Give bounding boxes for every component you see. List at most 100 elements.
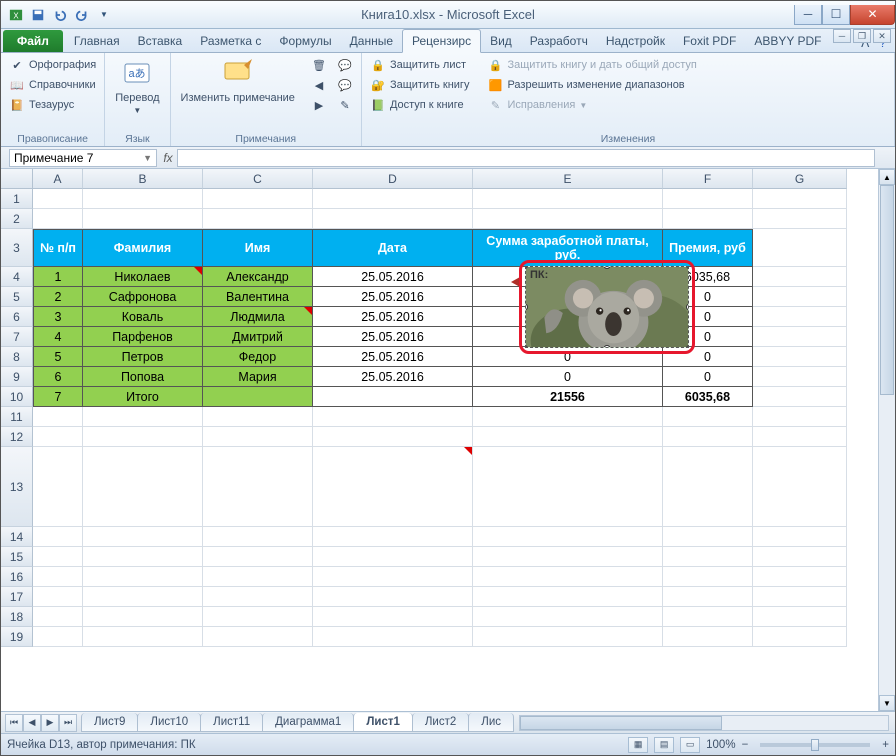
sheet-tab[interactable]: Лист10 — [137, 713, 201, 732]
cell[interactable] — [473, 607, 663, 627]
tab-review[interactable]: Рецензирс — [402, 29, 481, 53]
cell[interactable] — [753, 287, 847, 307]
row-header[interactable]: 1 — [1, 189, 33, 209]
cell[interactable] — [203, 607, 313, 627]
cell[interactable] — [33, 407, 83, 427]
cell[interactable] — [83, 407, 203, 427]
cell[interactable] — [203, 547, 313, 567]
protect-workbook-button[interactable]: 🔐Защитить книгу — [368, 76, 472, 94]
cell[interactable] — [753, 347, 847, 367]
cell[interactable] — [83, 209, 203, 229]
cell[interactable]: Николаев — [83, 267, 203, 287]
row-header[interactable]: 19 — [1, 627, 33, 647]
column-header[interactable]: D — [313, 169, 473, 189]
column-header[interactable]: E — [473, 169, 663, 189]
cell[interactable] — [83, 587, 203, 607]
maximize-button[interactable]: ☐ — [822, 5, 850, 25]
row-header[interactable]: 11 — [1, 407, 33, 427]
row-header[interactable]: 4 — [1, 267, 33, 287]
cell[interactable]: Итого — [83, 387, 203, 407]
cell[interactable] — [663, 209, 753, 229]
next-comment-button[interactable]: ▶ — [309, 96, 329, 114]
save-icon[interactable] — [29, 6, 47, 24]
cell[interactable] — [33, 189, 83, 209]
horizontal-scrollbar[interactable] — [519, 715, 889, 731]
cell[interactable] — [203, 387, 313, 407]
column-header[interactable]: G — [753, 169, 847, 189]
cell[interactable]: Валентина — [203, 287, 313, 307]
cell[interactable] — [473, 587, 663, 607]
reference-button[interactable]: 📖Справочники — [7, 76, 98, 94]
cell[interactable] — [663, 587, 753, 607]
cell[interactable]: 4 — [33, 327, 83, 347]
cell[interactable] — [33, 547, 83, 567]
cell[interactable]: 1 — [33, 267, 83, 287]
cell[interactable]: Парфенов — [83, 327, 203, 347]
sheet-nav-first[interactable]: ⏮ — [5, 714, 23, 732]
cell[interactable] — [313, 527, 473, 547]
edit-comment-button[interactable]: Изменить примечание — [177, 56, 299, 106]
vertical-scrollbar[interactable]: ▲ ▼ — [878, 169, 895, 711]
cell[interactable] — [473, 209, 663, 229]
column-header[interactable]: C — [203, 169, 313, 189]
sheet-tab[interactable]: Лист2 — [412, 713, 469, 732]
cell[interactable] — [473, 407, 663, 427]
row-header[interactable]: 16 — [1, 567, 33, 587]
sheet-tab[interactable]: Лист11 — [200, 713, 263, 732]
cell[interactable] — [753, 267, 847, 287]
tab-layout[interactable]: Разметка с — [191, 30, 270, 52]
show-all-comments-button[interactable]: 💬 — [335, 76, 355, 94]
cell[interactable] — [313, 607, 473, 627]
cell[interactable] — [753, 427, 847, 447]
cell[interactable] — [753, 307, 847, 327]
scroll-up-button[interactable]: ▲ — [879, 169, 895, 185]
row-header[interactable]: 5 — [1, 287, 33, 307]
close-button[interactable]: ✕ — [850, 5, 895, 25]
cell[interactable] — [33, 527, 83, 547]
cell[interactable] — [313, 387, 473, 407]
protect-sheet-button[interactable]: 🔒Защитить лист — [368, 56, 472, 74]
name-box[interactable]: Примечание 7▼ — [9, 149, 157, 167]
scroll-down-button[interactable]: ▼ — [879, 695, 895, 711]
show-ink-button[interactable]: ✎ — [335, 96, 355, 114]
cell[interactable] — [33, 567, 83, 587]
cell[interactable] — [663, 407, 753, 427]
cell[interactable] — [203, 189, 313, 209]
tab-view[interactable]: Вид — [481, 30, 521, 52]
delete-comment-button[interactable]: 🗑 — [309, 56, 329, 74]
cell[interactable]: 21556 — [473, 387, 663, 407]
row-header[interactable]: 10 — [1, 387, 33, 407]
cell[interactable]: 3 — [33, 307, 83, 327]
cell[interactable] — [753, 607, 847, 627]
cell[interactable] — [753, 547, 847, 567]
tab-formulas[interactable]: Формулы — [270, 30, 340, 52]
tab-addins[interactable]: Надстройк — [597, 30, 674, 52]
row-header[interactable]: 8 — [1, 347, 33, 367]
cell[interactable] — [663, 189, 753, 209]
cell[interactable] — [473, 189, 663, 209]
view-pagebreak-button[interactable]: ▭ — [680, 737, 700, 753]
cell[interactable] — [313, 627, 473, 647]
row-header[interactable]: 17 — [1, 587, 33, 607]
cell[interactable] — [753, 627, 847, 647]
cell[interactable] — [83, 627, 203, 647]
tab-home[interactable]: Главная — [65, 30, 129, 52]
cell[interactable] — [473, 547, 663, 567]
qat-dropdown-icon[interactable]: ▼ — [95, 6, 113, 24]
cell[interactable] — [313, 427, 473, 447]
cell[interactable] — [33, 427, 83, 447]
cell[interactable] — [83, 607, 203, 627]
sheet-tab[interactable]: Лис — [468, 713, 514, 732]
workbook-close-button[interactable]: ✕ — [873, 29, 891, 43]
cell[interactable] — [33, 607, 83, 627]
cell[interactable]: 7 — [33, 387, 83, 407]
cell[interactable] — [753, 447, 847, 527]
cell[interactable] — [33, 587, 83, 607]
cell[interactable]: 6 — [33, 367, 83, 387]
file-tab[interactable]: Файл — [3, 30, 63, 52]
cell[interactable] — [753, 407, 847, 427]
cell[interactable]: 25.05.2016 — [313, 347, 473, 367]
tab-abbyy[interactable]: ABBYY PDF — [745, 30, 830, 52]
cell[interactable] — [203, 567, 313, 587]
cell[interactable] — [473, 447, 663, 527]
